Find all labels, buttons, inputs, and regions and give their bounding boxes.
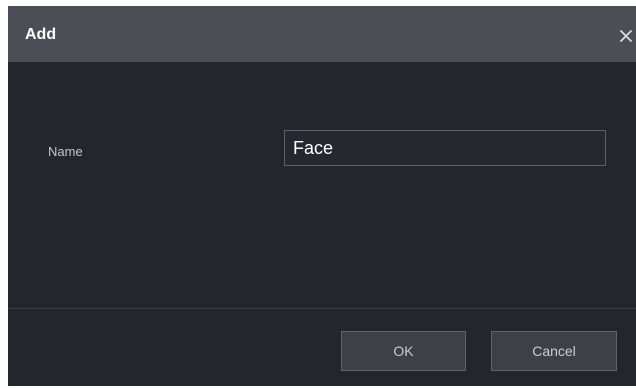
cancel-button[interactable]: Cancel (491, 331, 617, 371)
dialog-title: Add (25, 26, 57, 43)
ok-button[interactable]: OK (341, 331, 466, 371)
dialog-footer: OK Cancel (8, 309, 636, 386)
dialog-body: Name (8, 62, 636, 308)
name-input[interactable] (284, 130, 606, 166)
dialog-titlebar: Add (8, 6, 636, 62)
add-dialog: Add Name OK Cancel (8, 6, 636, 386)
close-icon[interactable] (618, 28, 634, 44)
name-label: Name (48, 144, 83, 159)
